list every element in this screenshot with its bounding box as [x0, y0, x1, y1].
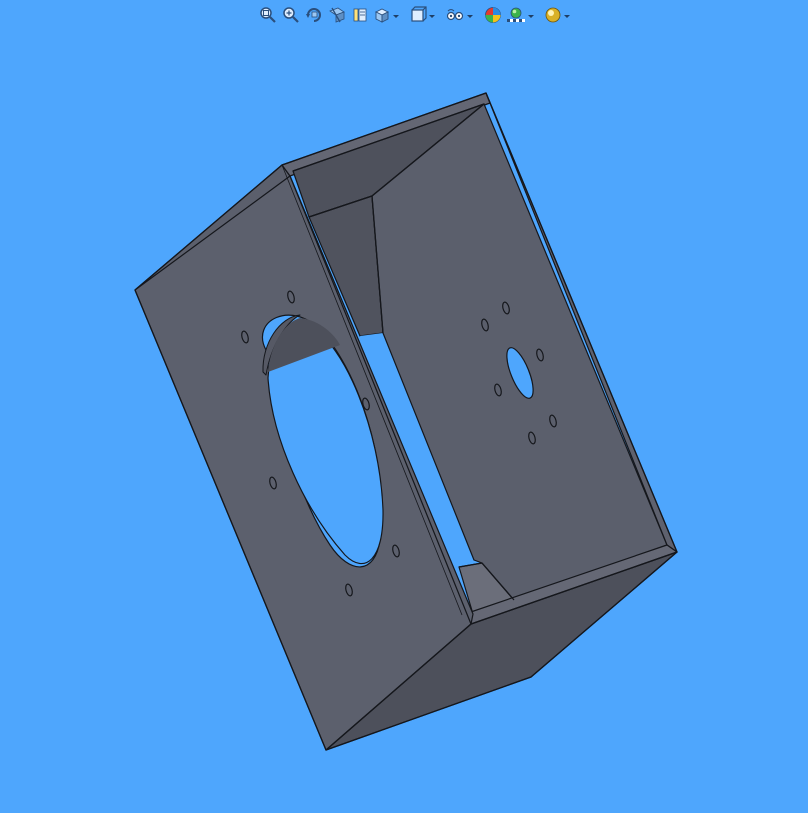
zoom-to-area-icon: [283, 7, 299, 23]
section-view-button[interactable]: [326, 4, 348, 26]
view-orientation-icon: [374, 8, 390, 23]
hide-show-items-button[interactable]: [444, 4, 474, 26]
zoom-to-area-button[interactable]: [280, 4, 302, 26]
chevron-down-icon: [467, 14, 473, 18]
hide-show-items-icon: [446, 9, 464, 21]
previous-view-button[interactable]: [303, 4, 325, 26]
display-style-button[interactable]: [408, 4, 436, 26]
view-settings-button[interactable]: [543, 4, 571, 26]
edit-appearance-icon: [485, 7, 501, 23]
zoom-to-fit-icon: [260, 7, 276, 23]
heads-up-view-toolbar: [257, 3, 571, 27]
chevron-down-icon: [429, 14, 435, 18]
graphics-area[interactable]: [0, 0, 808, 809]
apply-scene-icon: [507, 7, 525, 22]
dynamic-annotation-views-button[interactable]: [349, 4, 371, 26]
edit-appearance-button[interactable]: [482, 4, 504, 26]
view-orientation-button[interactable]: [372, 4, 400, 26]
section-view-icon: [329, 7, 345, 23]
display-style-icon: [411, 6, 427, 22]
dynamic-annotation-views-icon: [353, 8, 367, 22]
model-view: [134, 92, 678, 751]
chevron-down-icon: [564, 14, 570, 18]
chevron-down-icon: [528, 14, 534, 18]
previous-view-icon: [306, 8, 321, 22]
chevron-down-icon: [393, 14, 399, 18]
apply-scene-button[interactable]: [505, 4, 535, 26]
view-settings-icon: [545, 7, 561, 23]
zoom-to-fit-button[interactable]: [257, 4, 279, 26]
